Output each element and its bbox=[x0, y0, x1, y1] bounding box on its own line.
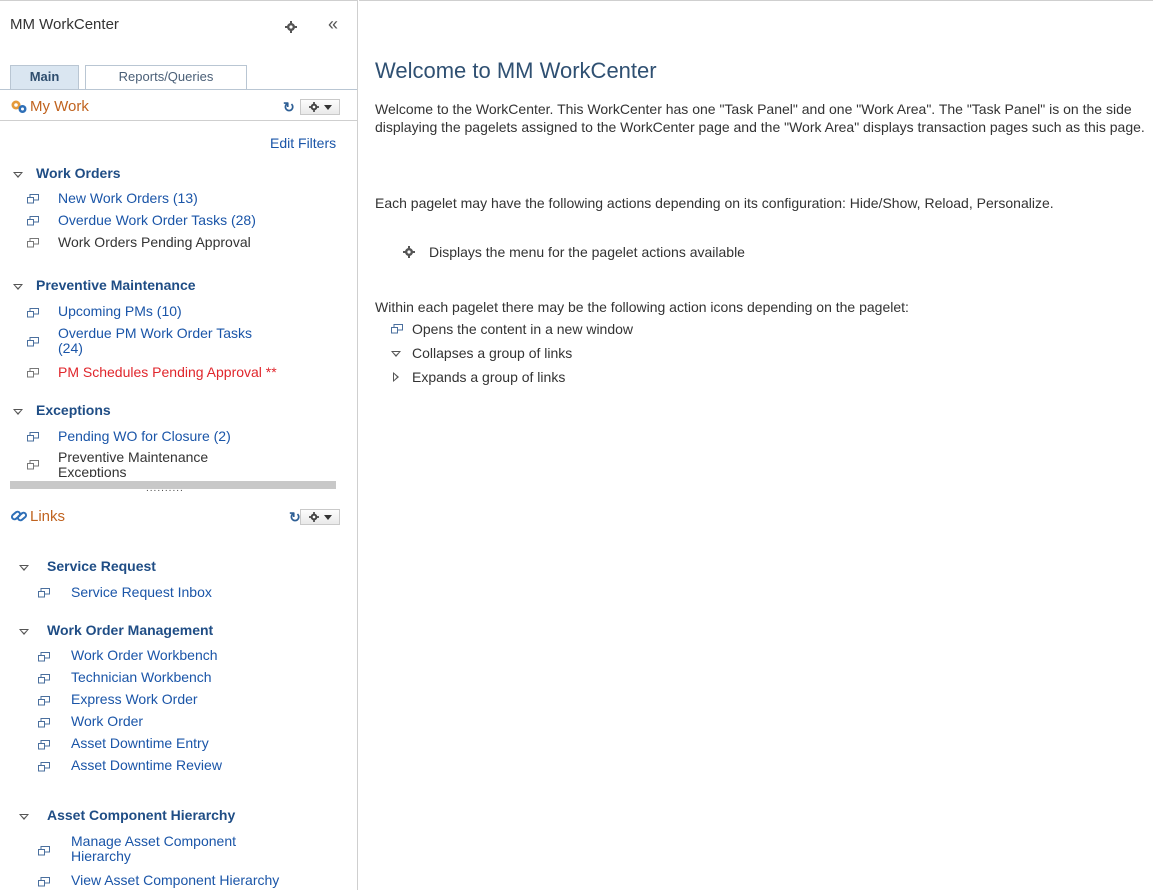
new-window-icon[interactable] bbox=[38, 762, 50, 772]
group-work-orders[interactable]: Work Orders bbox=[36, 165, 121, 181]
group-service-request[interactable]: Service Request bbox=[47, 558, 156, 574]
list-item[interactable]: Pending WO for Closure (2) bbox=[58, 429, 231, 444]
resize-grip-icon: .......... bbox=[146, 483, 184, 494]
links-title[interactable]: Links bbox=[30, 508, 65, 525]
gear-description: Displays the menu for the pagelet action… bbox=[429, 244, 745, 260]
tab-main[interactable]: Main bbox=[10, 65, 79, 89]
list-item[interactable]: Work Order bbox=[71, 714, 143, 729]
new-window-icon[interactable] bbox=[27, 308, 39, 318]
collapse-group-icon[interactable] bbox=[19, 629, 29, 635]
page-title: Welcome to MM WorkCenter bbox=[375, 58, 657, 83]
new-window-icon[interactable] bbox=[38, 718, 50, 728]
list-item-continued: Exceptions bbox=[58, 465, 127, 477]
list-item[interactable]: Overdue Work Order Tasks (28) bbox=[58, 213, 256, 228]
collapse-group-icon[interactable] bbox=[13, 172, 23, 178]
edit-filters-link[interactable]: Edit Filters bbox=[270, 135, 336, 151]
new-window-icon[interactable] bbox=[27, 337, 39, 347]
list-item-alert[interactable]: PM Schedules Pending Approval ** bbox=[58, 365, 277, 380]
list-item[interactable]: New Work Orders (13) bbox=[58, 191, 198, 206]
task-panel: MM WorkCenter « Main Reports/Queries My … bbox=[0, 0, 358, 890]
icons-paragraph: Within each pagelet there may be the fol… bbox=[375, 299, 909, 315]
collapse-group-icon bbox=[391, 351, 401, 357]
my-work-icon bbox=[10, 97, 28, 115]
expand-description: Expands a group of links bbox=[412, 369, 566, 385]
list-item[interactable]: View Asset Component Hierarchy bbox=[71, 873, 279, 888]
gear-icon bbox=[309, 102, 319, 112]
list-item[interactable]: Upcoming PMs (10) bbox=[58, 304, 182, 319]
tab-divider bbox=[0, 89, 357, 90]
group-work-order-management[interactable]: Work Order Management bbox=[47, 622, 213, 638]
actions-paragraph: Each pagelet may have the following acti… bbox=[375, 195, 1054, 211]
list-item[interactable]: Asset Downtime Review bbox=[71, 758, 222, 773]
new-window-icon bbox=[391, 324, 403, 334]
new-window-icon[interactable] bbox=[38, 846, 50, 856]
new-window-icon[interactable] bbox=[27, 238, 39, 248]
new-window-icon[interactable] bbox=[27, 460, 39, 470]
collapse-panel-icon[interactable]: « bbox=[328, 15, 338, 33]
collapse-group-icon[interactable] bbox=[19, 814, 29, 820]
group-asset-component-hierarchy[interactable]: Asset Component Hierarchy bbox=[47, 807, 235, 823]
collapse-group-icon[interactable] bbox=[13, 284, 23, 290]
links-pagelet-header: Links ↻ bbox=[0, 501, 357, 531]
list-item-continued[interactable]: (24) bbox=[58, 341, 83, 356]
list-item: Work Orders Pending Approval bbox=[58, 234, 251, 250]
list-item[interactable]: Asset Downtime Entry bbox=[71, 736, 209, 751]
expand-group-icon bbox=[393, 372, 399, 382]
collapse-group-icon[interactable] bbox=[19, 565, 29, 571]
list-item-continued[interactable]: Hierarchy bbox=[71, 849, 131, 864]
gear-icon bbox=[309, 512, 319, 522]
new-window-icon[interactable] bbox=[38, 674, 50, 684]
refresh-icon[interactable]: ↻ bbox=[283, 100, 295, 114]
chevron-down-icon bbox=[324, 105, 332, 110]
chevron-down-icon bbox=[324, 515, 332, 520]
panel-title: MM WorkCenter bbox=[10, 16, 119, 33]
list-item[interactable]: Technician Workbench bbox=[71, 670, 212, 685]
my-work-title[interactable]: My Work bbox=[30, 98, 89, 115]
pagelet-menu-button[interactable] bbox=[300, 509, 340, 525]
new-window-icon[interactable] bbox=[27, 368, 39, 378]
list-item[interactable]: Service Request Inbox bbox=[71, 585, 212, 600]
pagelet-menu-button[interactable] bbox=[300, 99, 340, 115]
list-item[interactable]: Manage Asset Component bbox=[71, 834, 236, 849]
refresh-icon[interactable]: ↻ bbox=[289, 510, 301, 524]
gear-icon bbox=[403, 246, 415, 258]
new-window-icon[interactable] bbox=[38, 877, 50, 887]
intro-paragraph: Welcome to the WorkCenter. This WorkCent… bbox=[375, 101, 1145, 135]
list-item[interactable]: Express Work Order bbox=[71, 692, 198, 707]
list-item[interactable]: Overdue PM Work Order Tasks bbox=[58, 326, 252, 341]
tab-reports-queries[interactable]: Reports/Queries bbox=[85, 65, 247, 89]
collapse-description: Collapses a group of links bbox=[412, 345, 573, 361]
gear-icon[interactable] bbox=[285, 21, 297, 33]
new-window-icon[interactable] bbox=[27, 194, 39, 204]
new-window-description: Opens the content in a new window bbox=[412, 321, 634, 337]
new-window-icon[interactable] bbox=[38, 588, 50, 598]
panel-header: MM WorkCenter « bbox=[0, 1, 357, 53]
collapse-group-icon[interactable] bbox=[13, 409, 23, 415]
new-window-icon[interactable] bbox=[27, 216, 39, 226]
new-window-icon[interactable] bbox=[38, 740, 50, 750]
my-work-pagelet-header: My Work ↻ bbox=[0, 91, 357, 121]
list-item: Preventive Maintenance bbox=[58, 449, 209, 465]
new-window-icon[interactable] bbox=[38, 652, 50, 662]
group-exceptions[interactable]: Exceptions bbox=[36, 402, 111, 418]
group-preventive-maintenance[interactable]: Preventive Maintenance bbox=[36, 277, 196, 293]
new-window-icon[interactable] bbox=[38, 696, 50, 706]
list-item[interactable]: Work Order Workbench bbox=[71, 648, 218, 663]
links-icon bbox=[10, 507, 28, 525]
new-window-icon[interactable] bbox=[27, 432, 39, 442]
work-area: Welcome to MM WorkCenter Welcome to the … bbox=[359, 0, 1153, 890]
